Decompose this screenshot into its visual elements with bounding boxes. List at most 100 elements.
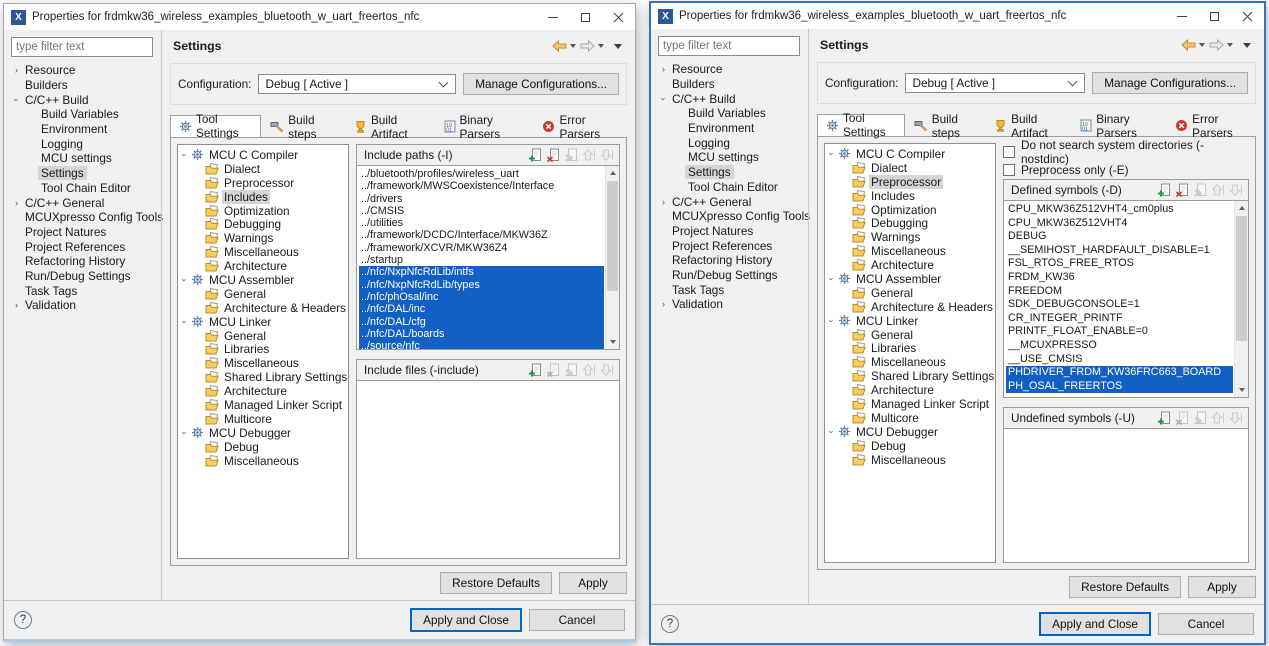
sidebar-tree-item[interactable]: › Tool Chain Editor: [658, 180, 808, 195]
tool-tree-item[interactable]: › Warnings: [178, 231, 348, 245]
tool-tree-item[interactable]: › MCU Debugger: [178, 426, 348, 440]
defined-symbol-row[interactable]: FRDM_KW36: [1006, 271, 1233, 285]
defined-symbol-row[interactable]: PH_OSAL_FREERTOS: [1006, 379, 1233, 394]
expand-arrow-icon[interactable]: ›: [658, 299, 669, 309]
expand-arrow-icon[interactable]: ›: [12, 94, 22, 105]
restore-defaults-button[interactable]: Restore Defaults: [1069, 576, 1181, 598]
tool-tree-item[interactable]: › Shared Library Settings: [178, 370, 348, 384]
tool-tree-item[interactable]: › Debugging: [178, 217, 348, 231]
scrollbar-thumb[interactable]: [1236, 216, 1247, 341]
sidebar-tree-item[interactable]: › Validation: [658, 297, 808, 312]
sidebar-tree-item[interactable]: › Settings: [658, 165, 808, 180]
maximize-button[interactable]: [569, 4, 602, 30]
delete-icon[interactable]: [1173, 410, 1191, 426]
tool-tree-item[interactable]: › General: [825, 328, 995, 342]
add-icon[interactable]: [526, 362, 544, 378]
tool-tree-item[interactable]: › Libraries: [178, 342, 348, 356]
tool-tree-item[interactable]: › Architecture: [825, 383, 995, 397]
cancel-button[interactable]: Cancel: [1158, 613, 1254, 635]
tool-tree-item[interactable]: › General: [178, 287, 348, 301]
sidebar-tree-item[interactable]: › Build Variables: [658, 106, 808, 121]
expand-arrow-icon[interactable]: ›: [180, 148, 190, 161]
scrollbar[interactable]: [1234, 201, 1248, 397]
tool-tree-item[interactable]: › MCU C Compiler: [825, 147, 995, 161]
cancel-button[interactable]: Cancel: [529, 609, 625, 631]
tool-tree-item[interactable]: › Multicore: [825, 411, 995, 425]
expand-arrow-icon[interactable]: ›: [11, 198, 22, 208]
apply-button[interactable]: Apply: [559, 572, 627, 594]
close-button[interactable]: [602, 4, 635, 30]
back-arrow-icon[interactable]: [1181, 39, 1196, 51]
tool-tree-item[interactable]: › Miscellaneous: [178, 454, 348, 468]
sidebar-tree-item[interactable]: › Resource: [658, 62, 808, 77]
tool-tree-item[interactable]: › Miscellaneous: [178, 245, 348, 259]
sidebar-tree-item[interactable]: › Logging: [658, 135, 808, 150]
back-menu-caret-icon[interactable]: [570, 44, 576, 48]
back-arrow-icon[interactable]: [552, 40, 567, 52]
titlebar[interactable]: X Properties for frdmkw36_wireless_examp…: [4, 4, 635, 30]
restore-defaults-button[interactable]: Restore Defaults: [440, 572, 552, 594]
sidebar-tree-item[interactable]: › C/C++ Build: [11, 92, 161, 107]
checkbox[interactable]: [1003, 145, 1015, 158]
tool-tree-item[interactable]: › Architecture: [825, 258, 995, 272]
add-icon[interactable]: [526, 147, 544, 163]
sidebar-tree-item[interactable]: › Validation: [11, 298, 161, 313]
defined-symbol-row[interactable]: CPU_MKW36Z512VHT4_cm0plus: [1006, 203, 1233, 217]
tab[interactable]: 1001 Build steps: [261, 113, 345, 141]
defined-symbol-row[interactable]: PRINTF_FLOAT_ENABLE=0: [1006, 325, 1233, 339]
tool-tree-item[interactable]: › Architecture: [178, 259, 348, 273]
tool-tree-item[interactable]: › Miscellaneous: [825, 453, 995, 467]
sidebar-tree-item[interactable]: › Refactoring History: [11, 254, 161, 269]
include-path-row[interactable]: ../utilities: [359, 217, 604, 229]
delete-icon[interactable]: [544, 147, 562, 163]
tool-tree-item[interactable]: › Architecture & Headers: [825, 300, 995, 314]
back-menu-caret-icon[interactable]: [1199, 43, 1205, 47]
expand-arrow-icon[interactable]: ›: [180, 273, 190, 286]
tool-tree-item[interactable]: › Architecture & Headers: [178, 301, 348, 315]
tool-tree-item[interactable]: › General: [825, 286, 995, 300]
tool-tree-item[interactable]: › Debugging: [825, 216, 995, 230]
expand-arrow-icon[interactable]: ›: [827, 147, 837, 160]
sidebar-tree-item[interactable]: › Run/Debug Settings: [11, 269, 161, 284]
filter-input[interactable]: [658, 36, 800, 56]
include-path-row[interactable]: ../framework/MWSCoexistence/Interface: [359, 180, 604, 192]
include-path-row[interactable]: ../nfc/NxpNfcRdLib/types: [359, 278, 604, 291]
tab[interactable]: 1001 Tool Settings: [817, 111, 905, 139]
move-down-icon[interactable]: [598, 147, 616, 163]
tool-tree-item[interactable]: › Miscellaneous: [825, 355, 995, 369]
expand-arrow-icon[interactable]: ›: [180, 426, 190, 439]
tool-tree-item[interactable]: › Optimization: [178, 204, 348, 218]
sidebar-tree-item[interactable]: › Builders: [11, 78, 161, 93]
tool-tree-item[interactable]: › MCU Linker: [178, 315, 348, 329]
forward-arrow-icon[interactable]: [580, 40, 595, 52]
include-path-row[interactable]: ../nfc/NxpNfcRdLib/intfs: [359, 266, 604, 279]
tool-tree-item[interactable]: › Preprocessor: [178, 176, 348, 190]
apply-button[interactable]: Apply: [1188, 576, 1256, 598]
sidebar-tree-item[interactable]: › MCU settings: [658, 150, 808, 165]
include-path-row[interactable]: ../bluetooth/profiles/wireless_uart: [359, 168, 604, 180]
scroll-up-icon[interactable]: [606, 166, 619, 180]
edit-icon[interactable]: [1191, 182, 1209, 198]
sidebar-tree-item[interactable]: › Run/Debug Settings: [658, 268, 808, 283]
expand-arrow-icon[interactable]: ›: [11, 300, 22, 310]
defined-symbol-row[interactable]: __MCUXPRESSO: [1006, 339, 1233, 353]
tool-tree-item[interactable]: › Includes: [825, 189, 995, 203]
sidebar-tree-item[interactable]: › Project References: [11, 239, 161, 254]
sidebar-tree-item[interactable]: › C/C++ General: [658, 194, 808, 209]
tool-tree-item[interactable]: › Preprocessor: [825, 174, 995, 189]
checkbox[interactable]: [1003, 163, 1015, 176]
expand-arrow-icon[interactable]: ›: [11, 65, 22, 75]
titlebar[interactable]: X Properties for frdmkw36_wireless_examp…: [651, 3, 1264, 29]
tool-tree-item[interactable]: › General: [178, 329, 348, 343]
defined-symbol-row[interactable]: __USE_CMSIS: [1006, 353, 1233, 367]
expand-arrow-icon[interactable]: ›: [827, 272, 837, 285]
tool-tree-item[interactable]: › Debug: [178, 440, 348, 454]
sidebar-tree-item[interactable]: › MCU settings: [11, 151, 161, 166]
sidebar-tree-item[interactable]: › C/C++ Build: [658, 91, 808, 106]
tool-tree-item[interactable]: › MCU Assembler: [178, 273, 348, 287]
move-up-icon[interactable]: [1209, 182, 1227, 198]
forward-arrow-icon[interactable]: [1209, 39, 1224, 51]
minimize-button[interactable]: [536, 4, 569, 30]
expand-arrow-icon[interactable]: ›: [659, 93, 669, 104]
defined-symbol-row[interactable]: PHDRIVER_FRDM_KW36FRC663_BOARD: [1006, 366, 1233, 380]
